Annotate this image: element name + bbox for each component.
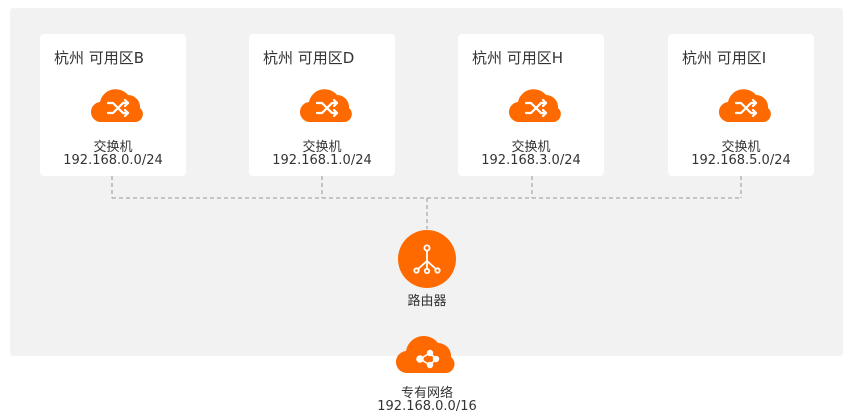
zone-title: 杭州 可用区I bbox=[682, 49, 767, 67]
zone-cidr-label: 192.168.5.0/24 bbox=[691, 153, 791, 168]
router-icon bbox=[398, 230, 456, 288]
switch-cloud-icon bbox=[718, 89, 771, 123]
zone-card-b: 杭州 可用区B 交换机 192.168.0.0/24 bbox=[40, 34, 186, 176]
switch-cloud-icon bbox=[508, 89, 561, 123]
zone-title: 杭州 可用区B bbox=[54, 49, 145, 67]
switch-cloud-icon bbox=[90, 89, 143, 123]
zone-card-d: 杭州 可用区D 交换机 192.168.1.0/24 bbox=[249, 34, 395, 176]
router-label: 路由器 bbox=[407, 294, 447, 309]
zone-cidr-label: 192.168.3.0/24 bbox=[481, 153, 581, 168]
vpc-cloud-icon bbox=[396, 336, 455, 374]
switch-cloud-icon bbox=[299, 89, 352, 123]
vpc-cidr-label: 192.168.0.0/16 bbox=[377, 399, 477, 414]
zone-cidr-label: 192.168.0.0/24 bbox=[63, 153, 163, 168]
zone-card-h: 杭州 可用区H 交换机 192.168.3.0/24 bbox=[458, 34, 604, 176]
zone-title: 杭州 可用区D bbox=[263, 49, 355, 67]
zone-cidr-label: 192.168.1.0/24 bbox=[272, 153, 372, 168]
zone-card-i: 杭州 可用区I 交换机 192.168.5.0/24 bbox=[668, 34, 814, 176]
zone-title: 杭州 可用区H bbox=[472, 49, 564, 67]
